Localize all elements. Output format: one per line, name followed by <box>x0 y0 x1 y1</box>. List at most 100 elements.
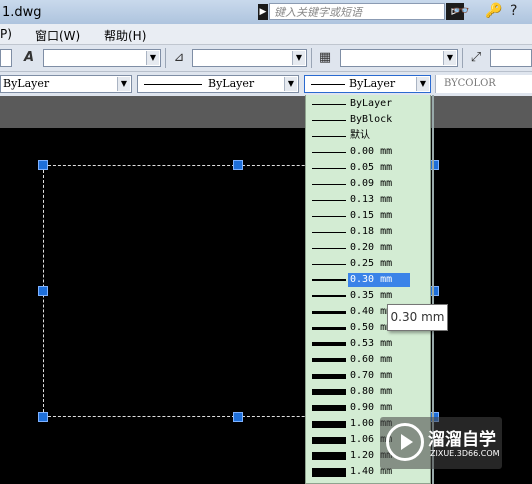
lineweight-sample <box>312 389 346 395</box>
chevron-down-icon: ▼ <box>416 77 429 91</box>
lineweight-option[interactable]: 0.25 mm <box>306 256 430 272</box>
lineweight-option-label: 0.53 mm <box>350 338 393 349</box>
toolbar-dock-strip <box>0 96 532 128</box>
chevron-down-icon: ▼ <box>284 77 297 91</box>
lineweight-option[interactable]: 0.30 mm <box>306 272 430 288</box>
lineweight-option-label: 0.15 mm <box>350 210 393 221</box>
toolbar-separator <box>311 48 312 68</box>
lineweight-option[interactable]: ByLayer <box>306 96 430 112</box>
lineweight-option-label: 0.18 mm <box>350 226 393 237</box>
lineweight-option[interactable]: 0.35 mm <box>306 288 430 304</box>
dimension-style-combo[interactable]: ▼ <box>192 49 307 67</box>
partial-combo[interactable] <box>0 49 12 67</box>
lineweight-option[interactable]: 0.15 mm <box>306 208 430 224</box>
lineweight-option-label: 0.70 mm <box>350 370 393 381</box>
linetype-swatch <box>144 84 202 85</box>
lineweight-option-label: 0.00 mm <box>350 146 393 157</box>
search-input[interactable]: 键入关键字或短语 <box>269 3 445 20</box>
plot-style-combo[interactable]: BYCOLOR <box>435 75 532 93</box>
lineweight-sample <box>312 248 346 249</box>
lineweight-option-label: 0.09 mm <box>350 178 393 189</box>
lineweight-option[interactable]: 0.80 mm <box>306 384 430 400</box>
multileader-style-icon[interactable]: ⤢ <box>467 49 485 67</box>
lineweight-sample <box>312 358 346 362</box>
linetype-combo-value: ByLayer <box>208 77 255 90</box>
lineweight-combo[interactable]: ByLayer ▼ <box>304 75 431 93</box>
toolbar-separator <box>165 48 166 68</box>
key-icon[interactable]: 🔑 <box>485 3 502 19</box>
lineweight-sample <box>312 452 346 460</box>
lineweight-option[interactable]: 0.53 mm <box>306 336 430 352</box>
lineweight-sample <box>312 232 346 233</box>
lineweight-sample <box>312 216 346 217</box>
lineweight-option-label: ByBlock <box>350 114 393 125</box>
menu-bar: P) 窗口(W) 帮助(H) <box>0 24 532 45</box>
lineweight-sample <box>312 104 346 105</box>
lineweight-option-label: 默认 <box>350 130 370 141</box>
lineweight-option[interactable]: 默认 <box>306 128 430 144</box>
lineweight-sample <box>312 295 346 297</box>
lineweight-sample <box>312 374 346 379</box>
lineweight-sample <box>312 120 346 121</box>
lineweight-option[interactable]: 0.18 mm <box>306 224 430 240</box>
lineweight-option-label: 0.40 mm <box>350 306 393 317</box>
lineweight-sample <box>312 405 346 411</box>
lineweight-option-label: 0.20 mm <box>350 242 393 253</box>
lineweight-option[interactable]: 1.58 mm <box>306 480 430 483</box>
multileader-style-combo[interactable] <box>490 49 532 67</box>
lineweight-sample <box>312 264 346 265</box>
color-combo[interactable]: ByLayer ▼ <box>0 75 132 93</box>
lineweight-swatch <box>311 84 345 85</box>
grip-top-left[interactable] <box>38 160 48 170</box>
grip-top-mid[interactable] <box>233 160 243 170</box>
grip-bottom-mid[interactable] <box>233 412 243 422</box>
lineweight-option[interactable]: 0.00 mm <box>306 144 430 160</box>
text-style-icon[interactable]: A <box>20 49 38 67</box>
lineweight-sample <box>312 327 346 330</box>
lineweight-option[interactable]: 0.05 mm <box>306 160 430 176</box>
menu-item-window[interactable]: 窗口(W) <box>35 27 80 44</box>
help-icon[interactable]: ? <box>510 3 517 19</box>
lineweight-option[interactable]: 0.70 mm <box>306 368 430 384</box>
properties-toolbar: ByLayer ▼ ByLayer ▼ ByLayer ▼ BYCOLOR <box>0 72 532 96</box>
color-combo-value: ByLayer <box>3 77 50 90</box>
title-bar: 1.dwg ▶ 键入关键字或短语 ⊳ 👓 🔑 ? <box>0 0 532 24</box>
text-style-combo[interactable]: ▼ <box>43 49 161 67</box>
lineweight-option-label: 0.90 mm <box>350 402 393 413</box>
table-style-icon[interactable]: ▦ <box>316 49 334 67</box>
lineweight-sample <box>312 184 346 185</box>
lineweight-option[interactable]: ByBlock <box>306 112 430 128</box>
dimension-style-icon[interactable]: ⊿ <box>170 49 188 67</box>
lineweight-sample <box>312 342 346 346</box>
menu-item-help[interactable]: 帮助(H) <box>104 27 146 44</box>
menu-item-partial[interactable]: P) <box>0 27 12 41</box>
grip-bottom-left[interactable] <box>38 412 48 422</box>
lineweight-tooltip: 0.30 mm <box>387 304 448 331</box>
search-expand-arrow-icon[interactable]: ▶ <box>258 4 268 20</box>
play-logo-icon <box>386 423 424 461</box>
linetype-combo[interactable]: ByLayer ▼ <box>137 75 299 93</box>
lineweight-option[interactable]: 0.60 mm <box>306 352 430 368</box>
table-style-combo[interactable]: ▼ <box>340 49 458 67</box>
toolbar-separator <box>462 48 463 68</box>
styles-toolbar: A ▼ ⊿ ▼ ▦ ▼ ⤢ <box>0 45 532 72</box>
lineweight-option[interactable]: 0.09 mm <box>306 176 430 192</box>
lineweight-sample <box>312 136 346 137</box>
lineweight-sample <box>312 168 346 169</box>
lineweight-option[interactable]: 0.90 mm <box>306 400 430 416</box>
watermark-url: ZIXUE.3D66.COM <box>430 449 500 458</box>
lineweight-sample <box>312 279 346 281</box>
watermark: 溜溜自学 ZIXUE.3D66.COM <box>380 417 502 469</box>
lineweight-sample <box>312 421 346 428</box>
lineweight-option[interactable]: 0.13 mm <box>306 192 430 208</box>
lineweight-option-label: 0.30 mm <box>348 273 411 287</box>
lineweight-sample <box>312 200 346 201</box>
grip-mid-left[interactable] <box>38 286 48 296</box>
lineweight-sample <box>312 152 346 153</box>
lineweight-option[interactable]: 0.20 mm <box>306 240 430 256</box>
binoculars-icon[interactable]: 👓 <box>452 3 469 19</box>
lineweight-option-label: 0.80 mm <box>350 386 393 397</box>
lineweight-option-label: ByLayer <box>350 98 393 109</box>
lineweight-combo-value: ByLayer <box>349 77 396 90</box>
lineweight-sample <box>312 468 346 477</box>
